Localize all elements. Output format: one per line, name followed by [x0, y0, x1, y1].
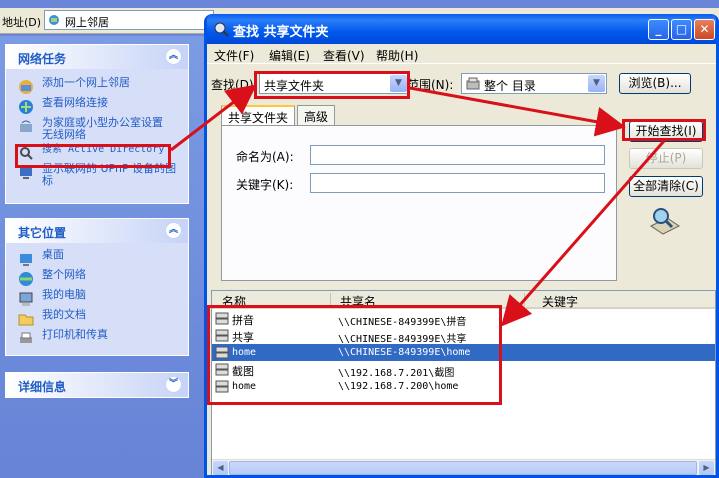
address-value: 网上邻居 [65, 16, 109, 29]
stop-button[interactable]: 停止(P) [629, 148, 703, 169]
address-input[interactable]: 网上邻居 [44, 10, 214, 30]
close-button[interactable]: ✕ [694, 19, 715, 40]
place-label: 我的电脑 [42, 288, 86, 301]
name-label: 命名为(A): [236, 150, 294, 164]
menu-edit[interactable]: 编辑(E) [269, 47, 310, 64]
address-label: 地址(D) [2, 16, 42, 29]
scope-value: 整个 目录 [484, 79, 536, 93]
browse-button[interactable]: 浏览(B)... [619, 73, 691, 94]
highlight-start-search [622, 119, 706, 141]
menu-help[interactable]: 帮助(H) [376, 47, 418, 64]
clear-all-button[interactable]: 全部清除(C) [629, 176, 703, 197]
find-shared-folder-icon [214, 22, 229, 37]
menu-file[interactable]: 文件(F) [214, 47, 254, 64]
minimize-button[interactable]: _ [648, 19, 669, 40]
place-printers-faxes[interactable]: 打印机和传真 [6, 329, 188, 349]
network-connections-icon [19, 100, 33, 114]
dropdown-arrow-icon[interactable]: ▼ [588, 75, 605, 92]
my-computer-icon [19, 292, 33, 306]
network-tasks-header[interactable]: 网络任务 ︽ [6, 45, 188, 69]
search-magnifier-icon [650, 208, 680, 235]
highlight-search-directory [15, 144, 171, 168]
directory-icon [466, 77, 480, 90]
other-places-header[interactable]: 其它位置 ︽ [6, 219, 188, 243]
network-tasks-title: 网络任务 [18, 52, 67, 66]
collapse-chevron-icon[interactable]: ︽ [165, 48, 182, 65]
other-places-panel: 其它位置 ︽ 桌面 整个网络 我的电脑 我的文档 打印机和传真 [5, 218, 189, 356]
wireless-setup-icon [20, 120, 32, 132]
place-entire-network[interactable]: 整个网络 [6, 269, 188, 289]
find-label: 查找(D): [211, 78, 258, 92]
details-header[interactable]: 详细信息 ︾ [6, 373, 188, 397]
scroll-left-icon[interactable]: ◀ [213, 461, 228, 475]
add-network-place-icon [19, 80, 33, 94]
task-pane: 网络任务 ︽ 添加一个网上邻居 查看网络连接 为家庭或小型办公室设置无线网络 搜… [0, 36, 204, 478]
column-keyword[interactable]: 关键字 [542, 293, 578, 310]
task-add-network-place[interactable]: 添加一个网上邻居 [6, 77, 188, 97]
other-places-title: 其它位置 [18, 226, 67, 240]
details-title: 详细信息 [18, 380, 67, 394]
network-places-icon [49, 15, 59, 25]
place-label: 整个网络 [42, 268, 86, 281]
place-desktop[interactable]: 桌面 [6, 249, 188, 269]
column-divider[interactable] [524, 293, 525, 306]
highlight-results [207, 305, 502, 405]
place-label: 打印机和传真 [42, 328, 108, 341]
expand-chevron-icon[interactable]: ︾ [165, 376, 182, 393]
menu-bar: 文件(F) 编辑(E) 查看(V) 帮助(H) [207, 44, 716, 64]
place-my-computer[interactable]: 我的电脑 [6, 289, 188, 309]
task-wireless-setup[interactable]: 为家庭或小型办公室设置无线网络 [6, 117, 188, 143]
task-label: 为家庭或小型办公室设置无线网络 [42, 116, 163, 141]
network-tasks-panel: 网络任务 ︽ 添加一个网上邻居 查看网络连接 为家庭或小型办公室设置无线网络 搜… [5, 44, 189, 204]
maximize-button[interactable]: □ [671, 19, 692, 40]
menu-view[interactable]: 查看(V) [323, 47, 365, 64]
place-my-documents[interactable]: 我的文档 [6, 309, 188, 329]
scroll-right-icon[interactable]: ▶ [699, 461, 714, 475]
horizontal-scrollbar[interactable]: ◀ ▶ [212, 459, 715, 475]
details-panel: 详细信息 ︾ [5, 372, 189, 398]
title-bar[interactable]: 查找 共享文件夹 _ □ ✕ [207, 14, 716, 44]
keyword-label: 关键字(K): [236, 178, 294, 192]
tab-panel: 命名为(A): 关键字(K): [221, 125, 617, 281]
printers-faxes-icon [20, 332, 32, 343]
task-view-connections[interactable]: 查看网络连接 [6, 97, 188, 117]
place-label: 桌面 [42, 248, 64, 261]
task-label: 查看网络连接 [42, 96, 108, 109]
scroll-thumb[interactable] [229, 461, 697, 475]
scope-label: 范围(N): [407, 78, 454, 92]
task-label: 添加一个网上邻居 [42, 76, 130, 89]
keyword-field[interactable] [310, 173, 605, 193]
my-documents-icon [18, 314, 34, 326]
name-field[interactable] [310, 145, 605, 165]
entire-network-icon [19, 272, 33, 286]
tab-shared-folder[interactable]: 共享文件夹 [221, 105, 296, 126]
place-label: 我的文档 [42, 308, 86, 321]
dialog-title: 查找 共享文件夹 [233, 25, 329, 40]
tab-advanced[interactable]: 高级 [297, 105, 336, 125]
collapse-chevron-icon[interactable]: ︽ [165, 222, 182, 239]
highlight-find-type [254, 71, 410, 99]
scope-select[interactable]: 整个 目录 ▼ [461, 73, 607, 94]
desktop-icon [20, 254, 32, 266]
